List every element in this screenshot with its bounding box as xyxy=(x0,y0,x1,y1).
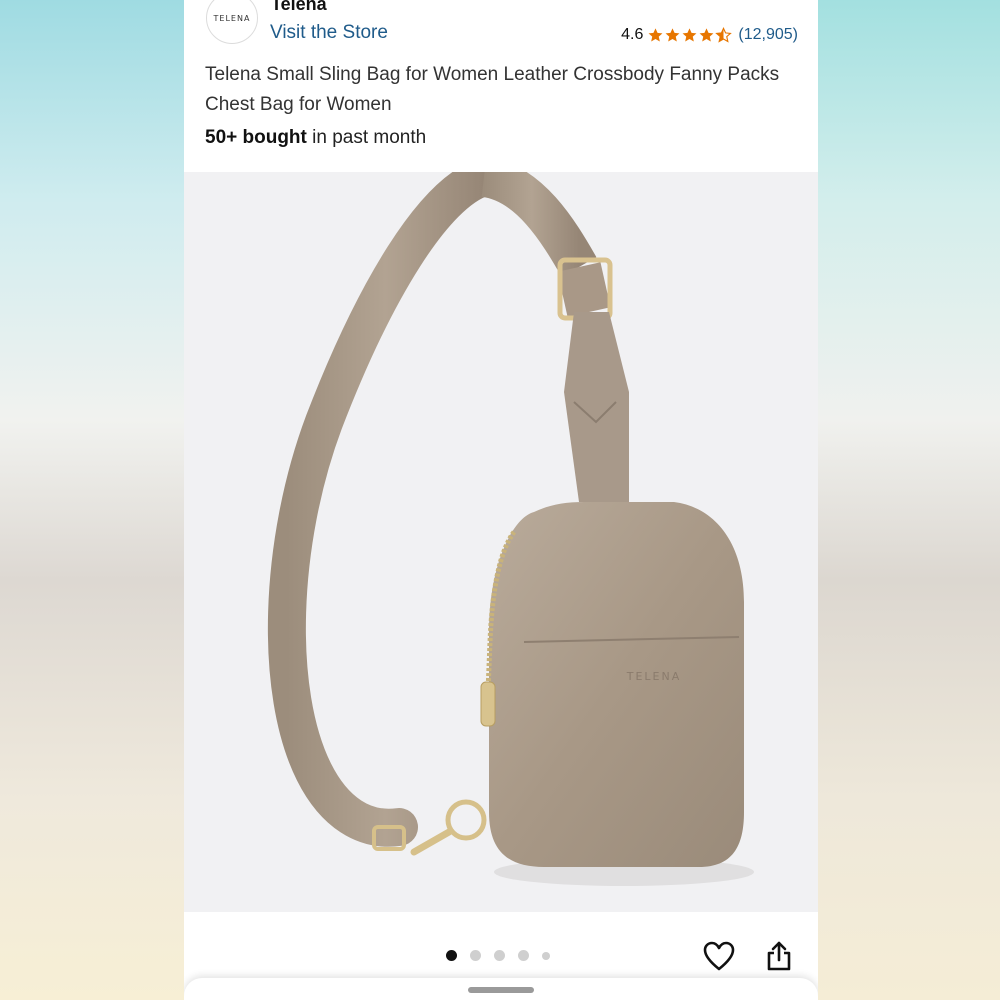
rating-count[interactable]: (12,905) xyxy=(738,26,798,44)
product-image[interactable]: TELENA xyxy=(184,172,818,912)
bag-brand-text: TELENA xyxy=(626,670,682,683)
share-icon[interactable] xyxy=(765,940,793,972)
background-blur-left xyxy=(0,0,184,1000)
star-full-icon xyxy=(664,27,681,44)
carousel-dot[interactable] xyxy=(470,950,481,961)
brand-logo[interactable]: TELENA xyxy=(206,0,258,44)
background-blur-right xyxy=(818,0,1000,1000)
brand-logo-text: TELENA xyxy=(213,13,251,23)
sheet-drag-handle[interactable] xyxy=(468,987,534,993)
image-carousel-indicator[interactable] xyxy=(446,950,563,961)
product-title: Telena Small Sling Bag for Women Leather… xyxy=(205,64,780,115)
heart-icon[interactable] xyxy=(703,941,735,971)
star-rating xyxy=(647,26,733,44)
rating-value: 4.6 xyxy=(621,26,644,43)
purchase-count: 50+ bought xyxy=(205,127,307,148)
carousel-dot[interactable] xyxy=(518,950,529,961)
carousel-dot[interactable] xyxy=(494,950,505,961)
purchase-stat: 50+ bought in past month xyxy=(205,127,426,149)
star-full-icon xyxy=(698,27,715,44)
rating-summary[interactable]: 4.6 (12,905) xyxy=(621,26,798,44)
sling-bag-illustration: TELENA xyxy=(267,172,754,886)
bottom-sheet[interactable] xyxy=(184,978,818,1000)
star-full-icon xyxy=(647,27,664,44)
carousel-dot[interactable] xyxy=(446,950,457,961)
star-full-icon xyxy=(681,27,698,44)
brand-name[interactable]: Telena xyxy=(271,0,327,15)
product-page: TELENA Telena Visit the Store 4.6 (12,90… xyxy=(184,0,818,1000)
visit-store-link[interactable]: Visit the Store xyxy=(270,22,388,44)
carousel-dot[interactable] xyxy=(542,951,550,960)
purchase-period: in past month xyxy=(306,127,427,148)
star-half-icon xyxy=(715,26,733,44)
